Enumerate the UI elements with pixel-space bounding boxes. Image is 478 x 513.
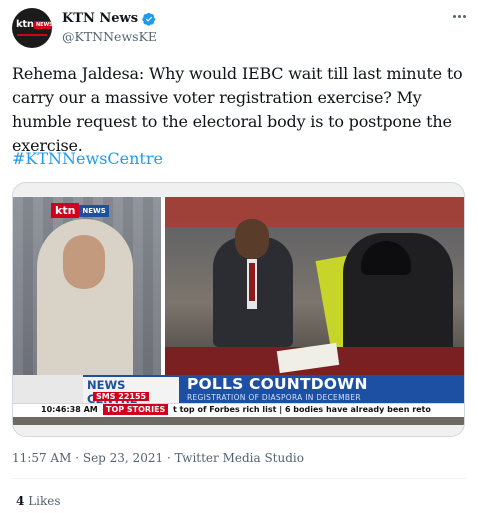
headline-subtitle: REGISTRATION OF DIASPORA IN DECEMBER: [187, 393, 361, 402]
author-name-row: KTN News: [62, 11, 156, 26]
media-video[interactable]: ktn NEWS NEWS CENTRE SMS 22155: [12, 182, 465, 437]
divider: [12, 478, 466, 479]
ticker-label: TOP STORIES: [103, 404, 169, 415]
news-ticker: 10:46:38 AM TOP STORIES t top of Forbes …: [13, 403, 464, 417]
tweet-source[interactable]: Twitter Media Studio: [175, 451, 304, 465]
tweet-text: Rehema Jaldesa: Why would IEBC wait till…: [12, 64, 463, 155]
official-tie: [249, 263, 255, 301]
ktn-logo-badge: NEWS: [79, 204, 109, 217]
more-dot: [462, 14, 466, 18]
news-centre-box: NEWS CENTRE SMS 22155: [83, 375, 179, 406]
meta-separator: ·: [75, 451, 80, 465]
likes-label: Likes: [28, 494, 61, 508]
ticker-time: 10:46:38 AM: [41, 405, 98, 414]
author-handle[interactable]: @KTNNewsKE: [62, 29, 157, 44]
ticker-text: t top of Forbes rich list | 6 bodies hav…: [173, 405, 431, 414]
sms-number: SMS 22155: [93, 392, 150, 401]
author-display-name[interactable]: KTN News: [62, 11, 138, 26]
verified-badge-icon: [142, 12, 156, 26]
lower-third-strip: [13, 375, 83, 403]
avatar-ktn-logo: ktn: [16, 19, 34, 30]
avatar-news-badge: NEWS: [34, 21, 52, 29]
meta-separator: ·: [166, 451, 171, 465]
likes-stat[interactable]: 4 Likes: [16, 494, 61, 508]
avatar[interactable]: ktn NEWS: [12, 8, 52, 48]
guest-face: [63, 235, 105, 289]
ktn-news-logo: ktn NEWS: [51, 203, 109, 218]
scene-banner: [165, 197, 464, 227]
tweet-meta: 11:57 AM · Sep 23, 2021 · Twitter Media …: [12, 451, 304, 465]
video-frame: ktn NEWS NEWS CENTRE SMS 22155: [13, 197, 464, 425]
more-options-icon[interactable]: [450, 8, 468, 24]
ktn-logo-text: ktn: [51, 203, 80, 218]
more-dot: [452, 14, 456, 18]
headline-title: POLLS COUNTDOWN: [187, 375, 368, 393]
hashtag-link[interactable]: #KTNNewsCentre: [12, 149, 163, 168]
tweet-date[interactable]: Sep 23, 2021: [83, 451, 163, 465]
headline-box: POLLS COUNTDOWN REGISTRATION OF DIASPORA…: [179, 375, 464, 403]
official-face: [235, 219, 269, 259]
tweet: ktn NEWS KTN News @KTNNewsKE Rehema Jald…: [0, 0, 478, 513]
lower-third: NEWS CENTRE SMS 22155 POLLS COUNTDOWN RE…: [13, 375, 464, 406]
likes-count: 4: [16, 494, 25, 508]
more-dot: [457, 14, 461, 18]
tweet-time[interactable]: 11:57 AM: [12, 451, 71, 465]
avatar-red-line: [17, 34, 47, 36]
